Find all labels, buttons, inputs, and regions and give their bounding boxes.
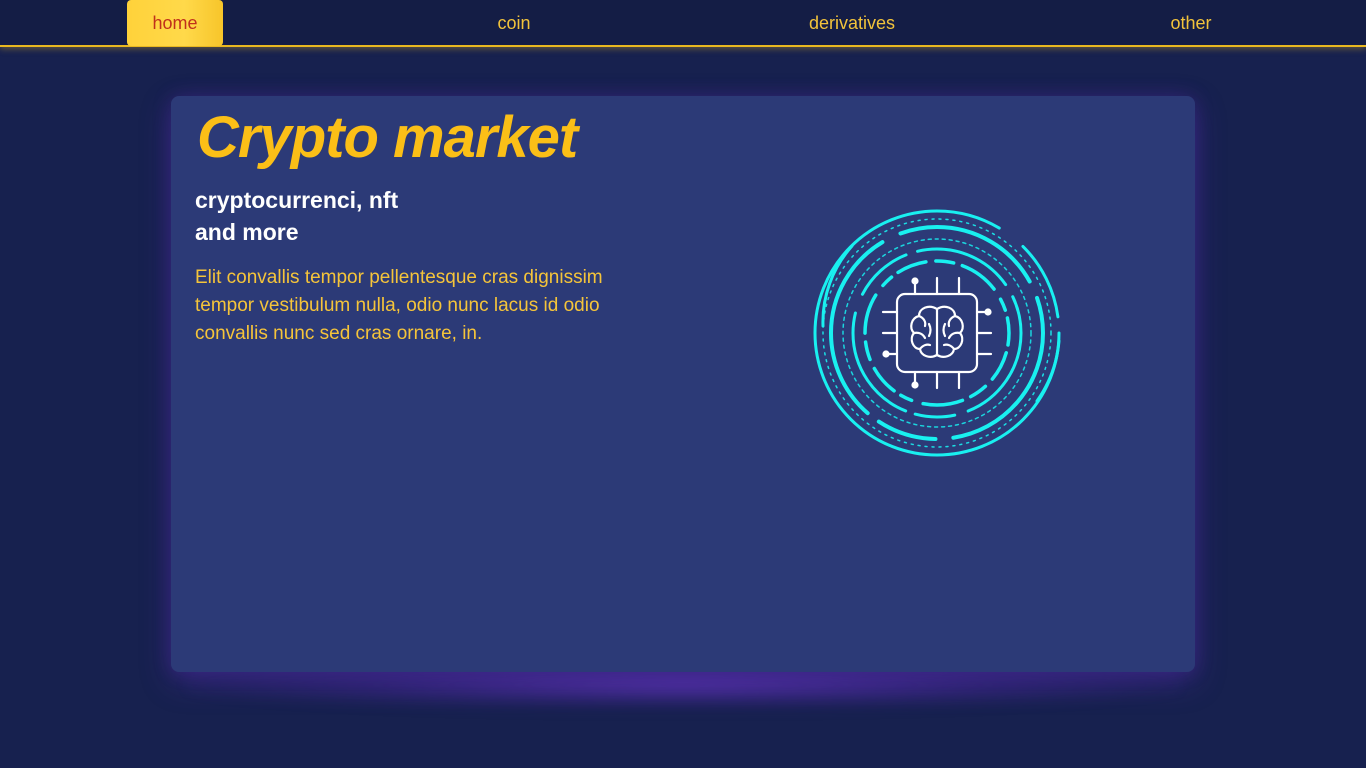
nav-tab-home[interactable]: home (127, 0, 223, 46)
hero-description: Elit convallis tempor pellentesque cras … (195, 267, 603, 344)
subtitle-line-2: and more (195, 219, 299, 245)
nav-tab-coin[interactable]: coin (466, 0, 562, 46)
top-navigation-bar: home coin derivatives other (0, 0, 1366, 47)
nav-tab-derivatives[interactable]: derivatives (792, 0, 912, 46)
hero-subtitle: cryptocurrenci, nft and more (195, 184, 615, 248)
hero-card: Crypto market cryptocurrenci, nft and mo… (171, 96, 1195, 672)
nav-tab-other[interactable]: other (1143, 0, 1239, 46)
ai-brain-chip-icon (807, 206, 1067, 466)
subtitle-line-1: cryptocurrenci, nft (195, 187, 399, 213)
page-title: Crypto market (197, 105, 578, 170)
